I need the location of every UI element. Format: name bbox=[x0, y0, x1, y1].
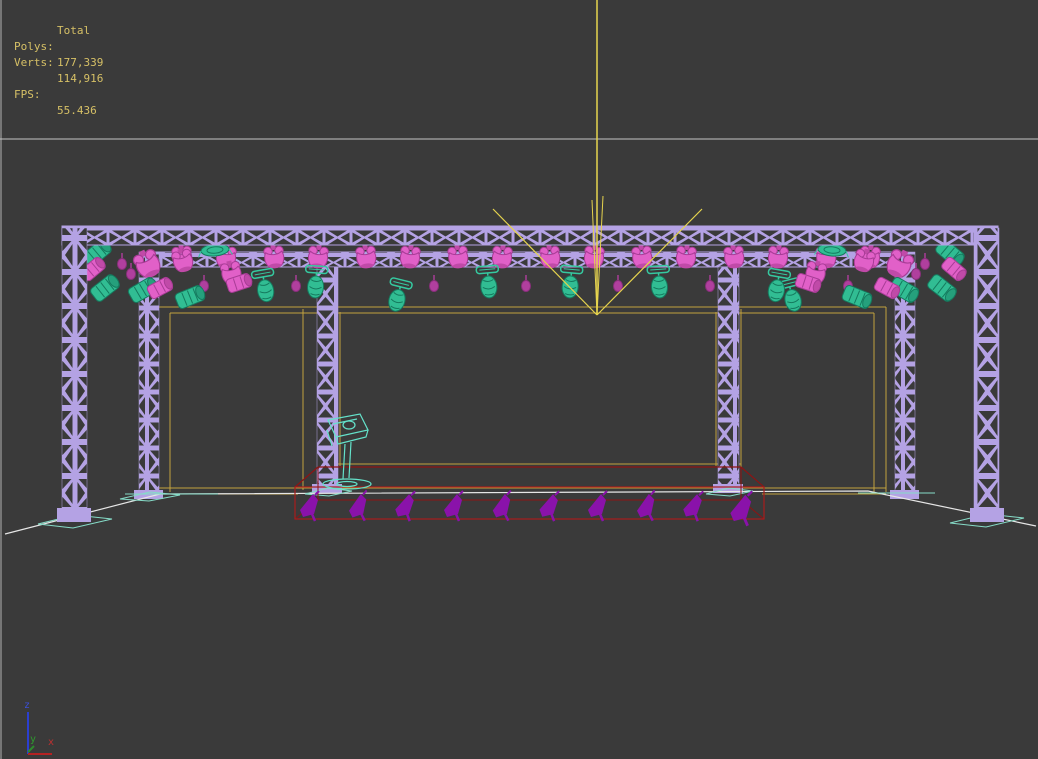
truss-lights[interactable] bbox=[78, 236, 969, 315]
stats-fps-label: FPS: bbox=[14, 88, 41, 101]
back-wall-wireframe[interactable] bbox=[157, 306, 887, 495]
floor-light[interactable] bbox=[681, 489, 705, 523]
selection-cone[interactable] bbox=[492, 0, 703, 316]
head-light[interactable] bbox=[646, 264, 672, 300]
axis-tripod: z y x bbox=[24, 700, 54, 755]
head-light[interactable] bbox=[557, 264, 584, 300]
knob-light[interactable] bbox=[428, 274, 440, 293]
floor-light[interactable] bbox=[298, 489, 321, 523]
head-light[interactable] bbox=[475, 264, 502, 300]
stats-polys-value: 177,339 bbox=[57, 56, 104, 69]
stats-fps-value: 55.436 bbox=[57, 104, 97, 117]
knob-light[interactable] bbox=[919, 252, 931, 271]
viewport-canvas[interactable]: z y x bbox=[0, 0, 1038, 759]
knob-light[interactable] bbox=[704, 274, 716, 293]
floor-light[interactable] bbox=[393, 489, 417, 523]
stats-verts-label: Verts: bbox=[14, 56, 54, 69]
floor-light[interactable] bbox=[346, 489, 370, 523]
head-light[interactable] bbox=[250, 267, 280, 305]
knob-light[interactable] bbox=[125, 262, 137, 281]
floor-lights[interactable] bbox=[298, 489, 754, 528]
knob-light[interactable] bbox=[116, 252, 128, 271]
head-light[interactable] bbox=[382, 276, 414, 315]
floor-light[interactable] bbox=[634, 489, 658, 523]
floor-light[interactable] bbox=[586, 489, 609, 523]
knob-light[interactable] bbox=[612, 274, 624, 293]
canteal-light[interactable] bbox=[840, 283, 875, 311]
viewport[interactable]: z y x Total Polys: 177,339 Verts: 114,91… bbox=[0, 0, 1038, 759]
floor-light[interactable] bbox=[537, 489, 561, 523]
floor-light[interactable] bbox=[490, 489, 514, 523]
axis-z-label: z bbox=[24, 700, 30, 711]
canteal-light[interactable] bbox=[173, 283, 208, 311]
axis-x-label: x bbox=[48, 737, 54, 748]
stats-verts-value: 114,916 bbox=[57, 72, 104, 85]
knob-light[interactable] bbox=[290, 274, 302, 293]
floor-light[interactable] bbox=[442, 489, 465, 523]
axis-y-label: y bbox=[30, 734, 36, 745]
knob-light[interactable] bbox=[520, 274, 532, 293]
canpink-light[interactable] bbox=[939, 255, 969, 284]
stats-total-label: Total bbox=[57, 24, 91, 37]
